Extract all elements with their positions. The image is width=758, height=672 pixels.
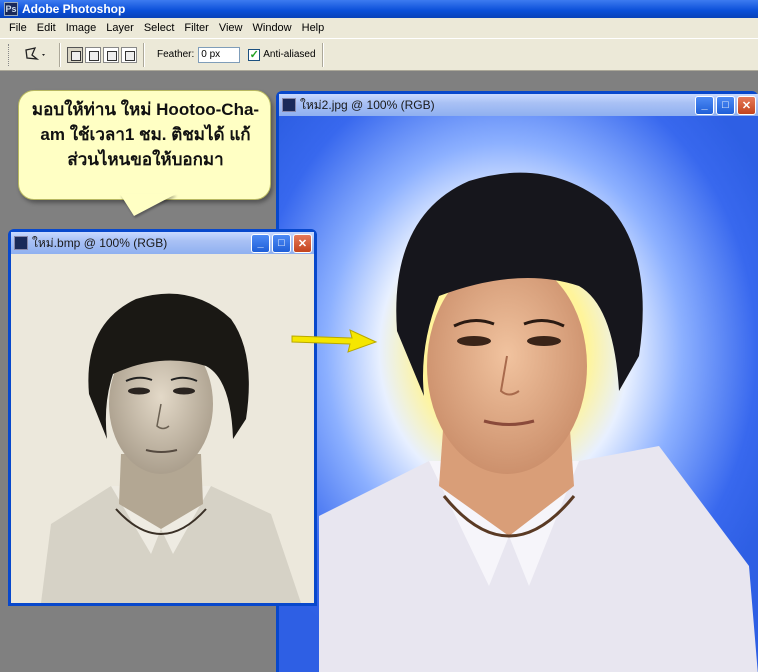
document-title-bar[interactable]: ใหม่.bmp @ 100% (RGB) _ □ ✕ bbox=[11, 232, 314, 254]
speech-callout: มอบให้ท่าน ใหม่ Hootoo-Cha-am ใช้เวลา1 ช… bbox=[18, 90, 271, 200]
new-selection-icon[interactable] bbox=[67, 46, 83, 63]
app-title: Adobe Photoshop bbox=[22, 2, 126, 16]
original-photo-canvas[interactable] bbox=[11, 254, 314, 603]
document-title: ใหม่2.jpg @ 100% (RGB) bbox=[300, 97, 435, 112]
original-portrait-photo bbox=[11, 254, 314, 603]
separator bbox=[143, 42, 145, 67]
arrow-right-icon bbox=[291, 329, 378, 353]
minimize-button[interactable]: _ bbox=[251, 233, 270, 253]
menu-edit[interactable]: Edit bbox=[32, 22, 61, 34]
callout-tail bbox=[120, 194, 176, 216]
menu-layer[interactable]: Layer bbox=[101, 22, 139, 34]
edited-photo-canvas[interactable] bbox=[279, 116, 758, 672]
minimize-button[interactable]: _ bbox=[695, 95, 714, 115]
polygonal-lasso-icon[interactable] bbox=[19, 44, 53, 66]
feather-input[interactable] bbox=[198, 46, 241, 63]
document-icon bbox=[282, 98, 296, 112]
document-title-bar[interactable]: ใหม่2.jpg @ 100% (RGB) _ □ ✕ bbox=[279, 94, 758, 116]
close-button[interactable]: ✕ bbox=[293, 233, 312, 253]
antialias-checkbox[interactable]: ✓ Anti-aliased bbox=[248, 48, 316, 61]
maximize-button[interactable]: □ bbox=[272, 233, 291, 253]
antialias-label: Anti-aliased bbox=[263, 49, 316, 60]
callout-text: มอบให้ท่าน ใหม่ Hootoo-Cha-am ใช้เวลา1 ช… bbox=[31, 100, 260, 169]
document-window-edited[interactable]: ใหม่2.jpg @ 100% (RGB) _ □ ✕ bbox=[276, 91, 758, 672]
menu-file[interactable]: File bbox=[4, 22, 32, 34]
document-icon bbox=[14, 236, 28, 250]
selection-mode-group bbox=[67, 46, 137, 63]
menu-window[interactable]: Window bbox=[248, 22, 297, 34]
add-to-selection-icon[interactable] bbox=[85, 46, 101, 63]
menu-view[interactable]: View bbox=[214, 22, 248, 34]
intersect-selection-icon[interactable] bbox=[121, 46, 137, 63]
edited-portrait-photo bbox=[279, 116, 758, 672]
menu-help[interactable]: Help bbox=[297, 22, 330, 34]
subtract-from-selection-icon[interactable] bbox=[103, 46, 119, 63]
close-button[interactable]: ✕ bbox=[737, 95, 756, 115]
separator bbox=[59, 42, 61, 67]
options-bar: Feather: ✓ Anti-aliased bbox=[0, 38, 758, 71]
document-window-original[interactable]: ใหม่.bmp @ 100% (RGB) _ □ ✕ bbox=[8, 229, 317, 606]
feather-label: Feather: bbox=[157, 49, 195, 60]
app-title-bar: Ps Adobe Photoshop bbox=[0, 0, 758, 18]
maximize-button[interactable]: □ bbox=[716, 95, 735, 115]
menu-select[interactable]: Select bbox=[139, 22, 180, 34]
menu-filter[interactable]: Filter bbox=[179, 22, 213, 34]
checkmark-icon: ✓ bbox=[248, 48, 261, 61]
separator bbox=[321, 42, 324, 67]
document-title: ใหม่.bmp @ 100% (RGB) bbox=[32, 235, 168, 250]
photoshop-logo-icon: Ps bbox=[4, 2, 18, 16]
menu-bar: File Edit Image Layer Select Filter View… bbox=[0, 18, 758, 38]
options-bar-grip[interactable] bbox=[8, 43, 11, 66]
menu-image[interactable]: Image bbox=[61, 22, 102, 34]
